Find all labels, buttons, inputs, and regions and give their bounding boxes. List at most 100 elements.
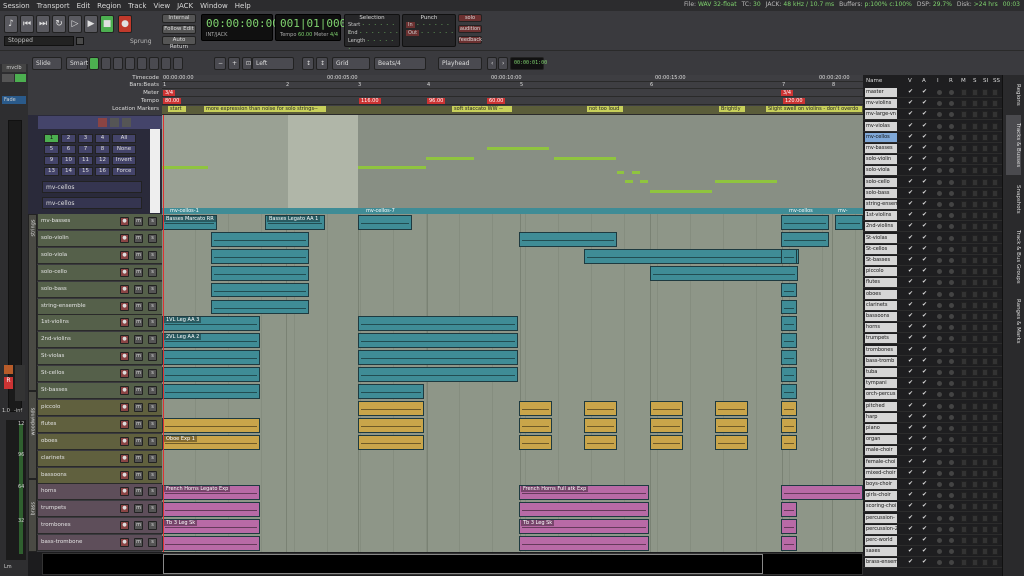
mute-toggle-icon[interactable] [961,413,967,421]
mute-toggle-icon[interactable] [961,89,967,96]
mute-toggle-icon[interactable] [961,514,967,522]
region[interactable]: Tb 3 Leg Sk [162,519,260,535]
rec-dot-icon[interactable] [949,90,954,95]
track-name[interactable]: trombones [41,522,71,528]
track-name[interactable]: solo-bass [41,286,67,292]
location-marker[interactable]: start [168,106,186,112]
track-list-name[interactable]: harp [865,412,897,422]
visible-check-icon[interactable]: ✔ [908,100,914,106]
midi-note[interactable] [358,166,426,169]
solo-safe-icon[interactable] [992,369,998,376]
track-list-row[interactable]: scoring-choi ✔ ✔ [863,501,1002,513]
rec-dot-icon[interactable] [949,504,954,510]
track-list-row[interactable]: trombones ✔ ✔ [863,345,1002,356]
visible-check-icon[interactable]: ✔ [908,257,914,263]
region[interactable] [211,299,309,315]
grid-type-select[interactable]: Beats/4 [374,57,426,70]
strip-rec-enable[interactable]: R [4,377,13,389]
track-list-row[interactable]: brass-ensem ✔ ✔ [863,557,1002,569]
visible-check-icon[interactable]: ✔ [908,436,914,442]
region[interactable] [781,519,797,535]
track-name[interactable]: 2nd-violins [41,336,71,342]
input-dot-icon[interactable] [937,437,942,443]
input-dot-icon[interactable] [937,403,942,409]
visible-check-icon[interactable]: ✔ [908,425,914,431]
region[interactable] [781,350,797,366]
solo-isolate-icon[interactable] [982,369,988,376]
col-name[interactable]: Name [866,78,882,84]
visible-check-icon[interactable]: ✔ [908,380,914,386]
solo-isolate-icon[interactable] [982,514,988,522]
location-marker[interactable]: Brightly [719,106,745,112]
edit-point-select[interactable]: Playhead [438,57,482,70]
channel-pad-11[interactable]: 11 [78,156,93,165]
nudge-forward-icon[interactable]: › [498,57,508,70]
region[interactable] [781,400,797,416]
solo-isolate-icon[interactable] [982,447,988,455]
region[interactable] [211,282,309,298]
solo-toggle-icon[interactable] [972,436,978,444]
track-name[interactable]: mv-basses [41,218,70,224]
solo-toggle-icon[interactable] [972,133,978,141]
input-dot-icon[interactable] [937,370,942,375]
active-check-icon[interactable]: ✔ [922,245,928,252]
menu-jack[interactable]: JACK [177,2,193,10]
solo-safe-icon[interactable] [992,178,998,186]
channel-pad-10[interactable]: 10 [61,156,76,165]
visible-check-icon[interactable]: ✔ [908,481,914,487]
selection-start[interactable]: Start - - - - - - - [345,21,399,36]
solo-toggle-icon[interactable] [972,559,978,567]
solo-toggle-icon[interactable] [972,481,978,488]
track-list-row[interactable]: mixed-choir ✔ ✔ [863,468,1002,479]
tab-regions[interactable]: Regions [1006,77,1021,113]
rec-dot-icon[interactable] [949,336,954,342]
record-arm-icon[interactable]: ● [120,470,129,480]
input-dot-icon[interactable] [937,179,942,185]
solo-safe-icon[interactable] [992,279,998,287]
tempo-marker[interactable]: 60.00 [487,98,506,104]
track-list-row[interactable]: tympani ✔ ✔ [863,378,1002,390]
input-dot-icon[interactable] [937,526,942,532]
solo-isolate-icon[interactable] [982,145,988,152]
solo-safe-icon[interactable] [992,189,998,197]
track-list-name[interactable]: female-choi [865,457,897,467]
region[interactable] [781,333,797,349]
solo-toggle-icon[interactable] [972,469,978,477]
region[interactable] [781,384,797,399]
midi-note[interactable] [632,171,640,174]
feedback-button[interactable]: feedback [458,36,482,44]
channel-pad-6[interactable]: 6 [61,145,76,154]
region[interactable] [781,316,797,332]
active-check-icon[interactable]: ✔ [922,503,928,509]
visible-check-icon[interactable]: ✔ [908,279,914,285]
midi-note[interactable] [617,171,624,174]
mute-toggle-icon[interactable] [961,525,967,533]
track-header-flutes[interactable]: flutes ● m s [37,416,162,433]
mute-button[interactable]: m [134,521,143,531]
mute-button[interactable]: m [134,538,143,548]
track-header-clarinets[interactable]: clarinets ● m s [37,450,162,467]
mute-button[interactable]: m [134,217,143,226]
track-name[interactable]: solo-cello [41,269,67,275]
input-dot-icon[interactable] [937,213,942,219]
solo-safe-icon[interactable] [992,525,998,533]
solo-isolate-icon[interactable] [982,346,988,354]
rec-dot-icon[interactable] [949,134,954,140]
solo-toggle-icon[interactable] [972,167,978,175]
input-dot-icon[interactable] [937,336,942,342]
menu-track[interactable]: Track [128,2,146,10]
shuttle-knob-icon[interactable] [76,37,84,45]
track-header-2nd-violins[interactable]: 2nd-violins ● m s [37,332,162,349]
region[interactable] [781,536,797,551]
track-name[interactable]: horns [41,488,56,494]
solo-safe-icon[interactable] [992,436,998,444]
solo-safe-icon[interactable] [992,469,998,477]
track-list-name[interactable]: bass-tromb [865,356,897,366]
zoom-in-icon[interactable]: + [228,57,240,70]
tempo-marker[interactable]: 120.00 [783,98,805,104]
solo-safe-icon[interactable] [992,313,998,320]
audition-tool-icon[interactable] [137,57,147,70]
rec-dot-icon[interactable] [949,325,954,331]
active-check-icon[interactable]: ✔ [922,346,928,353]
solo-toggle-icon[interactable] [972,245,978,253]
